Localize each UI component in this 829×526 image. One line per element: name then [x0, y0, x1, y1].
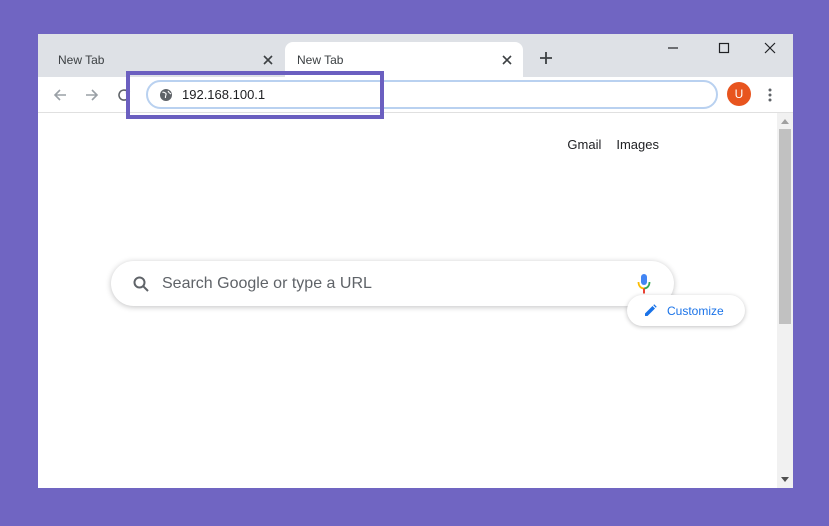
gmail-link[interactable]: Gmail	[567, 137, 601, 152]
close-icon[interactable]	[499, 52, 515, 68]
maximize-button[interactable]	[712, 38, 736, 58]
customize-label: Customize	[667, 303, 724, 318]
top-links: Gmail Images	[567, 137, 659, 152]
back-button[interactable]	[50, 85, 70, 105]
close-icon[interactable]	[260, 52, 276, 68]
pencil-icon	[643, 304, 657, 318]
new-tab-page: Gmail Images Search Google or type a URL	[38, 113, 777, 488]
caret-down-icon	[781, 477, 789, 482]
new-tab-button[interactable]	[536, 48, 556, 68]
scroll-up-button[interactable]	[777, 113, 793, 129]
address-highlight-box	[126, 71, 384, 119]
forward-button[interactable]	[82, 85, 102, 105]
scroll-thumb[interactable]	[779, 129, 791, 324]
maximize-icon	[718, 42, 730, 54]
tab-title: New Tab	[297, 52, 344, 67]
minimize-icon	[668, 47, 678, 49]
images-link[interactable]: Images	[616, 137, 659, 152]
avatar[interactable]: U	[727, 82, 751, 106]
scrollbar[interactable]	[777, 113, 793, 488]
search-icon	[131, 274, 151, 294]
minimize-button[interactable]	[661, 38, 685, 58]
arrow-right-icon	[86, 89, 99, 101]
window-close-button[interactable]	[758, 38, 782, 58]
more-menu-button[interactable]	[762, 85, 778, 105]
customize-button[interactable]: Customize	[627, 295, 745, 326]
plus-icon	[540, 52, 552, 64]
tab-title: New Tab	[58, 52, 105, 67]
search-input[interactable]: Search Google or type a URL	[162, 275, 634, 293]
microphone-icon[interactable]	[634, 272, 654, 296]
close-icon	[764, 42, 776, 54]
caret-up-icon	[781, 119, 789, 124]
kebab-menu-icon	[768, 88, 772, 102]
scroll-down-button[interactable]	[777, 472, 793, 488]
arrow-left-icon	[53, 89, 66, 101]
search-box[interactable]: Search Google or type a URL	[111, 261, 674, 306]
